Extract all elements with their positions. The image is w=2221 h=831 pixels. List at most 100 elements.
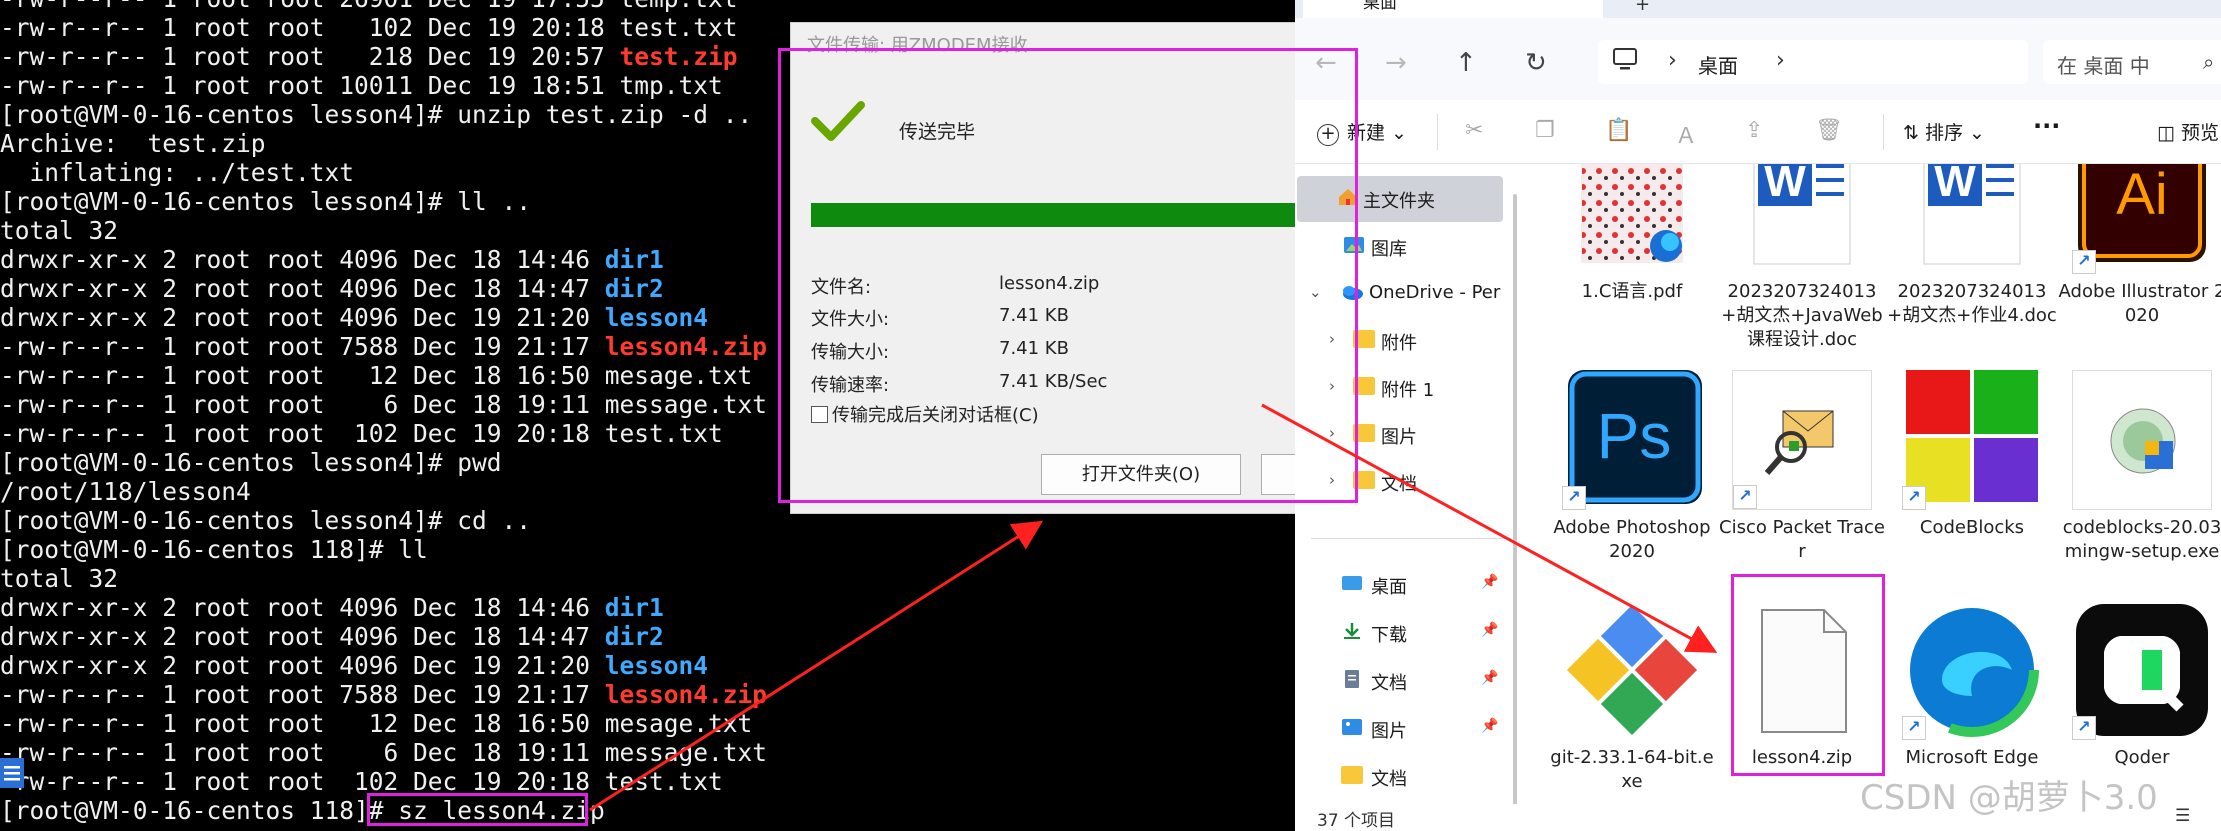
terminal-line: -rw-r--r-- 1 root root 7588 Dec 19 21:17… — [0, 680, 767, 709]
pin-icon[interactable]: 📌 — [1481, 718, 1498, 734]
close-on-finish-checkbox[interactable]: 传输完成后关闭对话框(C) — [811, 401, 1039, 427]
zip-highlight-box — [1731, 574, 1885, 776]
photoshop-icon: Ps ↗ — [1562, 370, 1702, 510]
sort-button[interactable]: ⇅ 排序 ⌄ — [1903, 118, 1985, 145]
pin-icon[interactable]: 📌 — [1481, 670, 1498, 686]
nav-scrollbar[interactable] — [1513, 194, 1517, 804]
paste-icon[interactable]: 📋 — [1605, 118, 1632, 143]
file-item[interactable]: codeblocks-20.03mingw-setup.exe — [2057, 370, 2221, 564]
tab-desktop[interactable]: 桌面 — [1303, 0, 1603, 18]
terminal-line: [root@VM-0-16-centos lesson4]# unzip tes… — [0, 100, 767, 129]
terminal-line: -rw-r--r-- 1 root root 6 Dec 18 19:11 me… — [0, 738, 767, 767]
divider — [1437, 114, 1438, 150]
terminal-line: drwxr-xr-x 2 root root 4096 Dec 18 14:47… — [0, 274, 767, 303]
nav-item-documents[interactable]: 文档 📌 — [1295, 658, 1525, 704]
preview-button[interactable]: ◫ 预览 — [2157, 118, 2219, 145]
file-item[interactable]: ↗ Cisco Packet Tracer — [1717, 370, 1887, 564]
nav-item-gallery[interactable]: 图库 — [1295, 224, 1525, 270]
dialog-title: 文件传输: 用ZMODEM接收 — [807, 35, 1028, 56]
file-item[interactable]: 1.C语言.pdf — [1547, 164, 1717, 304]
file-item[interactable]: ↗ Qoder — [2057, 600, 2221, 770]
file-item[interactable]: W 2023207324013+胡文杰+JavaWeb课程设计.doc — [1717, 164, 1887, 352]
new-button[interactable]: + 新建 ⌄ — [1317, 118, 1407, 146]
file-name: Cisco Packet Tracer — [1719, 517, 1885, 562]
directory-name: lesson4 — [604, 303, 709, 332]
directory-name: dir2 — [604, 622, 664, 651]
search-input[interactable]: 在 桌面 中 ⌕ — [2043, 40, 2221, 84]
item-count: 37 个项目 — [1317, 811, 1396, 831]
terminal-text: -rw-r--r-- 1 root root 6 Dec 18 19:11 me… — [0, 390, 768, 419]
nav-item-folder[interactable]: › 附件 — [1295, 318, 1525, 364]
nav-item-onedrive[interactable]: ⌄ OneDrive - Per — [1295, 271, 1525, 317]
file-item[interactable]: Ps ↗ Adobe Photoshop 2020 — [1547, 370, 1717, 564]
checkbox-box[interactable] — [811, 406, 828, 423]
directory-name: dir1 — [604, 593, 664, 622]
terminal-text: -rw-r--r-- 1 root root 102 Dec 19 20:18 … — [0, 767, 723, 796]
row-value: lesson4.zip — [999, 273, 1100, 294]
nav-item-downloads[interactable]: 下载 📌 — [1295, 610, 1525, 656]
terminal-line: total 32 — [0, 564, 767, 593]
rename-icon[interactable]: Ａ — [1675, 118, 1697, 150]
file-name: CodeBlocks — [1919, 517, 2025, 538]
nav-item-desktop[interactable]: 桌面 📌 — [1295, 562, 1525, 608]
terminal-text: -rw-r--r-- 1 root root 102 Dec 19 20:18 … — [0, 419, 723, 448]
file-item[interactable]: ↗ CodeBlocks — [1887, 370, 2057, 540]
nav-item-folder[interactable]: › 图片 — [1295, 412, 1525, 458]
search-icon[interactable]: ⌕ — [2203, 50, 2214, 74]
terminal-line: [root@VM-0-16-centos 118]# sz lesson4.zi… — [0, 796, 767, 825]
chevron-right-icon[interactable]: › — [1329, 330, 1335, 348]
chevron-right-icon[interactable]: › — [1329, 377, 1335, 395]
delete-icon[interactable]: 🗑 — [1815, 118, 1843, 143]
pin-icon[interactable]: 📌 — [1481, 622, 1498, 638]
edge-icon: ↗ — [1902, 600, 2042, 740]
chevron-right-icon[interactable]: › — [1329, 471, 1335, 489]
terminal-line: /root/118/lesson4 — [0, 477, 767, 506]
shortcut-arrow-icon: ↗ — [2072, 250, 2096, 274]
terminal-output: -rw-r--r-- 1 root root 26901 Dec 19 17:5… — [0, 0, 767, 825]
command-bar: + 新建 ⌄ ✂ ❐ 📋 Ａ ⇪ 🗑 ⇅ 排序 ⌄ ··· ◫ 预览 — [1295, 100, 2221, 164]
details-view-icon[interactable]: ☰ — [2175, 806, 2190, 826]
chevron-down-icon[interactable]: ⌄ — [1309, 283, 1322, 301]
share-icon[interactable]: ⇪ — [1745, 118, 1763, 143]
file-item[interactable]: Ai ↗ Adobe Illustrator 2020 — [2057, 164, 2221, 328]
nav-item-folder[interactable]: › 附件 1 — [1295, 365, 1525, 411]
new-button-label: 新建 — [1347, 122, 1386, 144]
tab-strip: 桌面 + — [1295, 0, 2221, 18]
terminal-text: -rw-r--r-- 1 root root 218 Dec 19 20:57 — [0, 42, 620, 71]
terminal-text: drwxr-xr-x 2 root root 4096 Dec 18 14:47 — [0, 274, 605, 303]
archive-name: test.zip — [619, 42, 738, 71]
pin-icon[interactable]: 📌 — [1481, 574, 1498, 590]
preview-pane-icon: ◫ — [2157, 122, 2175, 144]
sort-label: 排序 — [1924, 122, 1963, 144]
terminal-menu-icon[interactable] — [0, 758, 24, 788]
more-options-icon[interactable]: ··· — [2033, 112, 2060, 140]
breadcrumb-desktop[interactable]: 桌面 — [1698, 50, 1738, 79]
refresh-icon[interactable]: ↻ — [1525, 48, 1547, 78]
nav-item-pictures[interactable]: 图片 📌 — [1295, 706, 1525, 752]
chevron-right-icon[interactable]: › — [1329, 424, 1335, 442]
back-arrow-icon[interactable]: ← — [1315, 48, 1337, 78]
terminal-line: drwxr-xr-x 2 root root 4096 Dec 19 21:20… — [0, 303, 767, 332]
copy-icon[interactable]: ❐ — [1535, 118, 1555, 143]
row-value: 7.41 KB — [999, 338, 1069, 359]
chevron-right-icon[interactable]: › — [1668, 48, 1677, 73]
address-bar[interactable]: › 桌面 › — [1598, 40, 2028, 84]
open-folder-button[interactable]: 打开文件夹(O) — [1041, 454, 1241, 495]
chevron-right-icon[interactable]: › — [1776, 48, 1785, 73]
file-item[interactable]: ↗ Microsoft Edge — [1887, 600, 2057, 770]
new-tab-icon[interactable]: + — [1635, 0, 1650, 15]
terminal-text: [root@VM-0-16-centos 118]# ll — [0, 535, 428, 564]
nav-item-folder[interactable]: 文档 — [1295, 754, 1525, 800]
terminal-line: inflating: ../test.txt — [0, 158, 767, 187]
file-item[interactable]: W 2023207324013+胡文杰+作业4.doc — [1887, 164, 2057, 328]
up-arrow-icon[interactable]: ↑ — [1455, 48, 1477, 78]
checkmark-icon — [811, 101, 865, 141]
terminal-line: Archive: test.zip — [0, 129, 767, 158]
file-item[interactable]: git-2.33.1-64-bit.exe — [1547, 600, 1717, 794]
cut-icon[interactable]: ✂ — [1465, 118, 1483, 143]
nav-item-home[interactable]: 主文件夹 — [1297, 176, 1503, 222]
nav-label: 主文件夹 — [1363, 191, 1435, 212]
forward-arrow-icon[interactable]: → — [1385, 48, 1407, 78]
nav-item-folder[interactable]: › 文档 — [1295, 459, 1525, 505]
archive-name: lesson4.zip — [604, 332, 768, 361]
